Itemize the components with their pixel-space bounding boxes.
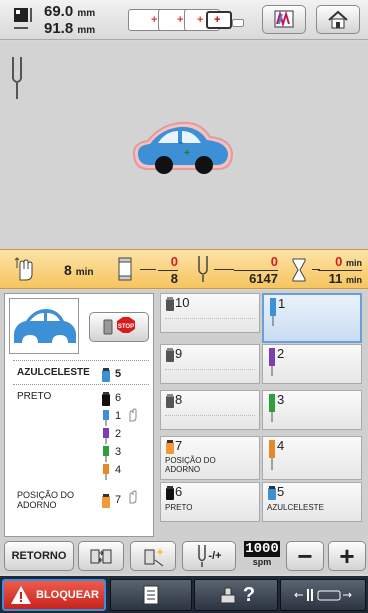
needle-purple-icon <box>269 348 275 376</box>
needle-cell-9[interactable]: 9 <box>160 344 260 384</box>
help-button[interactable]: ? <box>194 579 278 611</box>
pattern-preview: + <box>0 41 368 249</box>
sewing-info-button[interactable] <box>110 579 192 611</box>
thread-palette-icon <box>274 10 294 28</box>
progress-time-bar: 8 min 0 8 0 6147 0 min 11 min <box>0 249 368 289</box>
needle-cell-2[interactable]: 2 <box>262 344 362 384</box>
color-progress: 0 8 <box>158 254 178 286</box>
needle-bar-grid: 10 1 9 2 8 3 7 POSIÇÃO DO ADORNO 4 6 PRE… <box>160 293 364 537</box>
needle-cell-8[interactable]: 8 <box>160 390 260 430</box>
plus-icon: + <box>339 541 355 571</box>
spool-blue-icon <box>268 486 276 500</box>
needle-blue-icon <box>270 298 276 326</box>
embroidery-frame-indicator: + + + + <box>128 9 246 33</box>
cell-divider <box>165 369 255 370</box>
color-bar-line <box>140 269 156 270</box>
thread-color-button[interactable] <box>262 5 306 34</box>
lock-button[interactable]: BLOQUEAR <box>2 579 106 611</box>
needle-orange-icon <box>103 464 109 480</box>
needle-purple-icon <box>103 428 109 444</box>
bottom-bar: BLOQUEAR ? <box>0 576 368 613</box>
needle-cell-7[interactable]: 7 POSIÇÃO DO ADORNO <box>160 436 260 480</box>
frame-move-button[interactable] <box>280 579 366 611</box>
spool-gray-icon <box>166 394 174 408</box>
needle-cell-10[interactable]: 10 <box>160 293 260 333</box>
speed-adjust-button[interactable]: -/+ <box>182 541 236 571</box>
retorno-button[interactable]: RETORNO <box>4 541 74 571</box>
frame-selected-icon: + <box>206 11 232 29</box>
sewing-order-list: STOP AZULCELESTE 5 PRETO 6 1 2 3 4 POSIÇ… <box>4 293 154 537</box>
checklist-icon <box>143 585 159 605</box>
spool-gray-icon <box>166 297 174 311</box>
spool-black-icon <box>166 486 174 500</box>
stitch-bar-line <box>214 269 234 270</box>
needle-cell-6[interactable]: 6 PRETO <box>160 482 260 522</box>
needle-stitch-icon <box>198 256 208 282</box>
divider <box>13 384 149 385</box>
home-button[interactable] <box>316 5 360 34</box>
car-thumbnail-icon <box>14 309 76 343</box>
divider <box>13 360 149 361</box>
svg-text:+: + <box>184 148 190 159</box>
thread-spool-icon <box>118 257 132 281</box>
pattern-thumbnail <box>9 298 79 354</box>
hand-time-icon <box>14 257 33 281</box>
hourglass-icon <box>292 258 306 282</box>
svg-text:STOP: STOP <box>118 324 134 330</box>
remaining-time: 8 min <box>64 262 94 278</box>
needle-cell-1[interactable]: 1 <box>262 293 362 343</box>
stitch-progress: 0 6147 <box>234 254 278 286</box>
lock-label: BLOQUEAR <box>36 589 99 601</box>
needle-blue-icon <box>103 410 109 426</box>
pattern-size-readout: 69.0 mm 91.8 mm <box>44 3 96 37</box>
question-icon: ? <box>242 583 256 606</box>
needle-cell-5[interactable]: 5 AZULCELESTE <box>262 482 362 522</box>
car-embroidery-preview: + <box>132 121 234 174</box>
hand-icon <box>129 408 137 422</box>
speed-display: 1000 spm <box>244 541 280 567</box>
needle-green-icon <box>103 446 109 462</box>
needle-icon <box>12 57 22 99</box>
spool-orange-icon <box>102 494 110 508</box>
speed-increase-button[interactable]: + <box>328 541 366 571</box>
pattern-size-icon <box>14 8 32 29</box>
hand-icon <box>129 490 137 504</box>
stop-spool-icon: STOP <box>103 317 135 335</box>
needle-green-icon <box>269 394 275 422</box>
speed-decrease-button[interactable]: − <box>286 541 324 571</box>
needle-icon <box>198 545 207 567</box>
needle-cell-3[interactable]: 3 <box>262 390 362 430</box>
needle-cell-4[interactable]: 4 <box>262 436 362 480</box>
frame-move-icon <box>294 589 352 601</box>
control-row: RETORNO -/+ 1000 spm − + <box>0 540 368 574</box>
thread-change-button[interactable] <box>130 541 176 571</box>
spool-blue-icon <box>102 368 110 382</box>
spool-orange-icon <box>166 440 174 454</box>
color-sort-button[interactable] <box>78 541 124 571</box>
top-toolbar: 69.0 mm 91.8 mm + + + + <box>0 0 368 40</box>
minus-icon: − <box>297 541 313 571</box>
pattern-height: 91.8 <box>44 20 74 37</box>
pattern-width: 69.0 <box>44 3 74 20</box>
needle-orange-icon <box>269 440 275 470</box>
cell-divider <box>165 318 255 319</box>
spool-black-icon <box>102 392 110 406</box>
frame-mini-icon <box>232 19 244 27</box>
spool-gray-icon <box>166 348 174 362</box>
warning-icon <box>11 586 31 604</box>
time-progress: 0 min 11 min <box>318 254 362 286</box>
machine-help-icon <box>220 587 236 604</box>
color-sequence-panel: STOP AZULCELESTE 5 PRETO 6 1 2 3 4 POSIÇ… <box>0 290 368 540</box>
spool-sparkle-icon <box>144 548 164 567</box>
cell-divider <box>165 415 255 416</box>
sort-spools-icon <box>90 549 112 564</box>
home-icon <box>328 10 348 29</box>
stop-position-button[interactable]: STOP <box>89 312 149 342</box>
